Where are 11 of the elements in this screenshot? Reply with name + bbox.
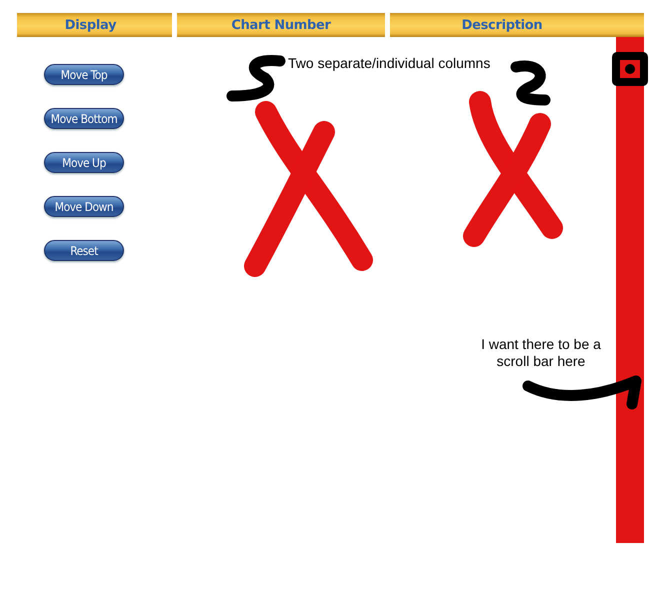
action-button[interactable]: Reset (44, 240, 124, 261)
action-button[interactable]: Move Top (44, 64, 124, 85)
column-header: Display (17, 13, 172, 37)
annotation-note: I want there to be a scroll bar here (480, 336, 602, 370)
action-button[interactable]: Move Up (44, 152, 124, 173)
action-button[interactable]: Move Down (44, 196, 124, 217)
column-header: Description (390, 13, 644, 37)
action-button[interactable]: Move Bottom (44, 108, 124, 129)
column-header: Chart Number (177, 13, 385, 37)
annotation-note: Two separate/individual columns (288, 55, 490, 71)
scroll-thumb-sketch (612, 52, 648, 86)
